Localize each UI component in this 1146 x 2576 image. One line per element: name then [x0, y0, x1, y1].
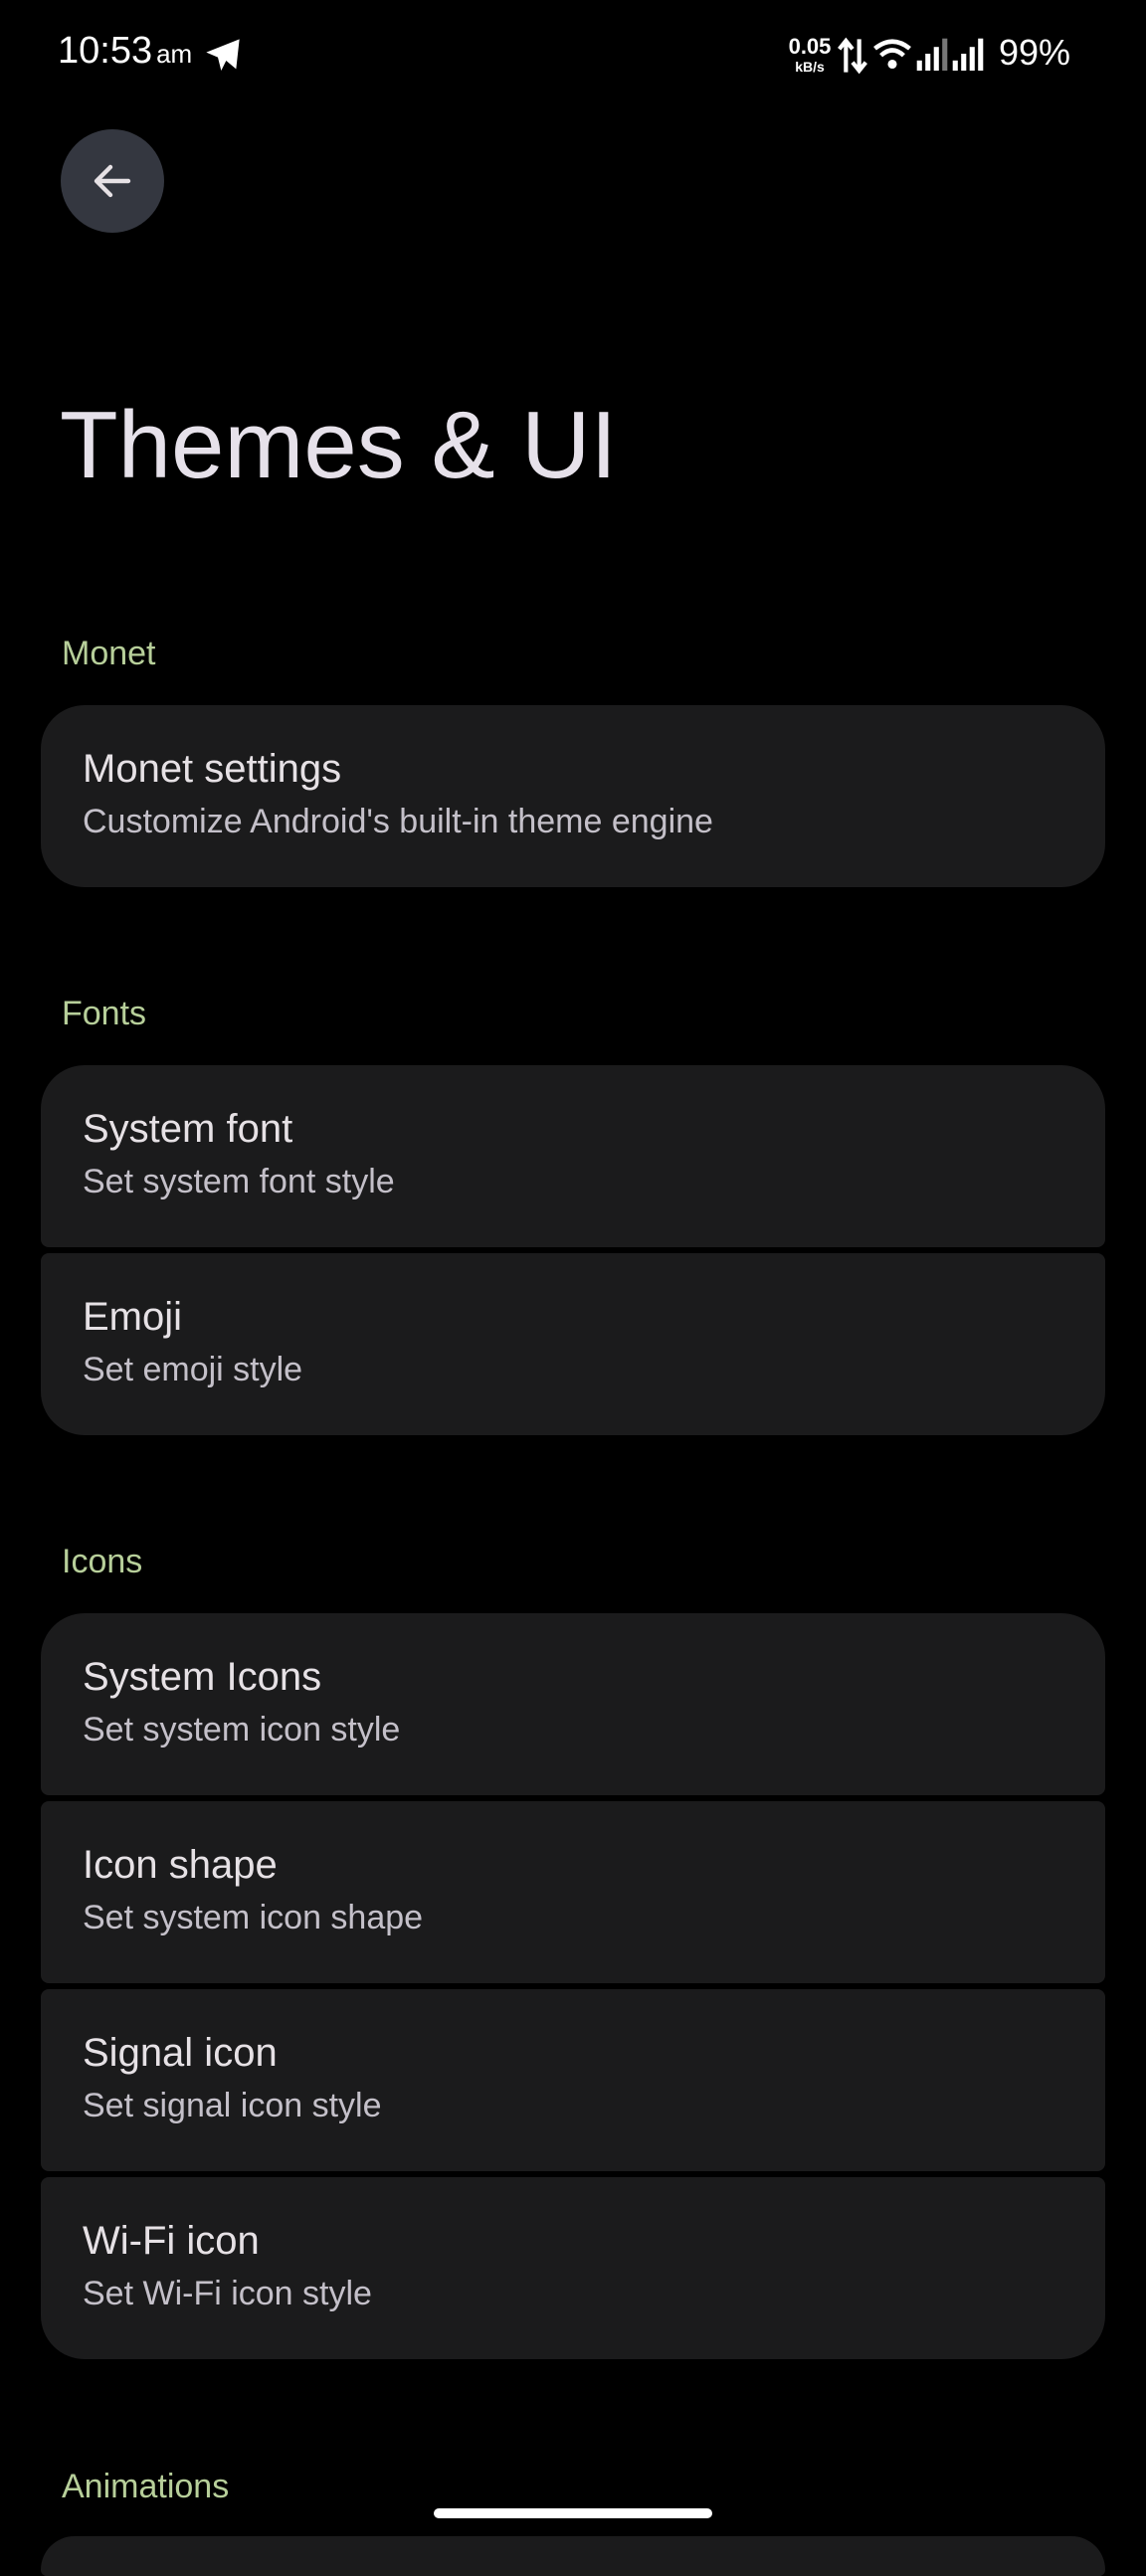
setting-item-system-icons[interactable]: System Icons Set system icon style: [41, 1613, 1105, 1795]
network-speed: 0.05 kB/s: [788, 34, 832, 75]
section-header-animations: Animations: [62, 2468, 230, 2505]
setting-title: System font: [83, 1107, 293, 1151]
section-header-fonts: Fonts: [62, 995, 147, 1032]
setting-title: Signal icon: [83, 2031, 278, 2075]
setting-subtitle: Set signal icon style: [83, 2087, 382, 2124]
status-time: 10:53 am: [58, 30, 193, 72]
setting-subtitle: Set system font style: [83, 1163, 395, 1200]
setting-item-wifi-icon[interactable]: Wi-Fi icon Set Wi-Fi icon style: [41, 2177, 1105, 2359]
setting-item-emoji[interactable]: Emoji Set emoji style: [41, 1253, 1105, 1435]
setting-subtitle: Customize Android's built-in theme engin…: [83, 803, 713, 840]
back-button[interactable]: [61, 129, 164, 233]
signal-icon: [952, 38, 984, 71]
data-arrows-icon: [838, 37, 867, 75]
signal-icon: [916, 38, 948, 71]
arrow-left-icon: [94, 164, 131, 198]
setting-title: Monet settings: [83, 747, 342, 791]
wifi-icon: [873, 39, 911, 70]
section-header-icons: Icons: [62, 1543, 143, 1580]
setting-subtitle: Set system icon shape: [83, 1899, 424, 1936]
home-indicator[interactable]: [434, 2508, 712, 2518]
setting-item-icon-shape[interactable]: Icon shape Set system icon shape: [41, 1801, 1105, 1983]
page-title: Themes & UI: [60, 392, 618, 498]
battery-percentage: 99%: [999, 32, 1071, 73]
setting-item-signal-icon[interactable]: Signal icon Set signal icon style: [41, 1989, 1105, 2171]
setting-title: Emoji: [83, 1295, 183, 1339]
section-header-monet: Monet: [62, 635, 156, 672]
setting-item-system-font[interactable]: System font Set system font style: [41, 1065, 1105, 1247]
setting-subtitle: Set system icon style: [83, 1711, 401, 1748]
setting-subtitle: Set emoji style: [83, 1351, 303, 1388]
setting-item-monet-settings[interactable]: Monet settings Customize Android's built…: [41, 705, 1105, 887]
setting-title: Icon shape: [83, 1843, 278, 1887]
telegram-icon: [206, 39, 240, 71]
setting-item-partial[interactable]: [41, 2536, 1105, 2576]
status-bar: 10:53 am 0.05 kB/s 99%: [0, 0, 1146, 109]
setting-subtitle: Set Wi-Fi icon style: [83, 2275, 372, 2312]
setting-title: System Icons: [83, 1655, 322, 1699]
setting-title: Wi-Fi icon: [83, 2219, 260, 2263]
